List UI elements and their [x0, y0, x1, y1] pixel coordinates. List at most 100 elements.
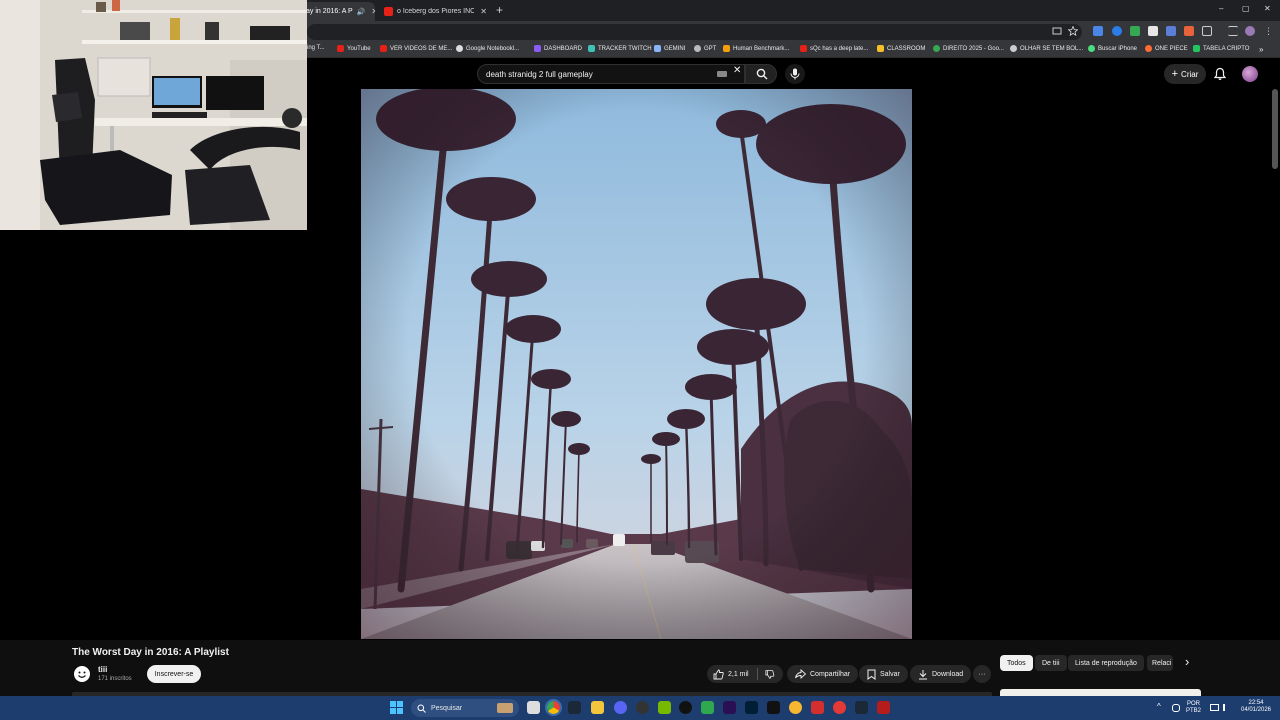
share-button[interactable]: Compartilhar — [787, 665, 859, 683]
close-tab-icon[interactable]: ✕ — [371, 7, 375, 16]
find-iphone-icon — [1088, 45, 1095, 52]
acrobat-icon[interactable] — [811, 701, 824, 714]
microphone-tray-icon[interactable] — [1172, 704, 1180, 712]
search-icon — [417, 704, 426, 713]
close-window-button[interactable]: ✕ — [1264, 4, 1271, 13]
save-button[interactable]: Salvar — [859, 665, 908, 683]
like-count: 2,1 mil — [728, 670, 749, 678]
recommended-thumbnail[interactable] — [1000, 689, 1201, 696]
tab-search-icon[interactable] — [1228, 26, 1238, 36]
steam-icon[interactable] — [568, 701, 581, 714]
download-label: Download — [932, 670, 964, 678]
keyboard-icon[interactable] — [717, 71, 727, 77]
plus-icon: + — [1171, 68, 1179, 80]
speaker-icon[interactable]: 🔊 — [357, 8, 366, 16]
subscribe-button[interactable]: Inscrever-se — [147, 665, 201, 683]
task-view-icon[interactable] — [527, 701, 540, 714]
discord-icon[interactable] — [614, 701, 627, 714]
notifications-bell-icon[interactable] — [1213, 67, 1227, 81]
more-actions-button[interactable]: ··· — [973, 665, 991, 683]
premiere-icon[interactable] — [723, 701, 736, 714]
extension-translate-icon[interactable] — [1093, 26, 1103, 36]
bookmark-item[interactable]: TABELA CRIPTO — [1193, 45, 1249, 52]
voice-search-button[interactable] — [785, 64, 805, 84]
network-icon[interactable] — [1210, 704, 1219, 711]
extension-white-icon[interactable] — [1148, 26, 1158, 36]
search-input[interactable]: death stranidg 2 full gameplay — [477, 64, 745, 84]
tab-iceberg[interactable]: o Iceberg dos Piores INCIDENT ✕ — [378, 2, 493, 21]
video-title: The Worst Day in 2016: A Playlist — [72, 647, 229, 658]
bookmark-item[interactable]: GPT — [694, 45, 716, 52]
bookmark-item[interactable]: Human Benchmark... — [723, 45, 789, 52]
video-info-section: The Worst Day in 2016: A Playlist tiii 1… — [0, 640, 1280, 696]
volume-icon[interactable] — [1223, 704, 1231, 711]
cast-icon[interactable] — [1052, 26, 1062, 36]
bookmark-item[interactable]: GEMINI — [654, 45, 685, 52]
bookmark-item[interactable]: DASHBOARD — [534, 45, 582, 52]
bookmark-item[interactable]: DIREITO 2025 - Goo... — [933, 45, 1004, 52]
chip-related[interactable]: Relaci — [1147, 655, 1173, 671]
url-omnibox[interactable] — [307, 24, 1082, 40]
app-yellow-icon[interactable] — [789, 701, 802, 714]
extension-shield-icon[interactable] — [1166, 26, 1176, 36]
download-button[interactable]: Download — [910, 665, 972, 683]
windows-start-icon[interactable] — [390, 701, 403, 714]
channel-avatar[interactable] — [74, 666, 90, 682]
chip-playlist[interactable]: Lista de reprodução — [1068, 655, 1144, 671]
notebooklm-icon — [456, 45, 463, 52]
chip-from-channel[interactable]: De tiii — [1035, 655, 1067, 671]
close-tab-icon[interactable]: ✕ — [480, 7, 487, 16]
bookmark-item[interactable]: ONE PIECE — [1145, 45, 1188, 52]
app-icon[interactable] — [877, 701, 890, 714]
bookmark-item[interactable]: ing T... — [307, 45, 325, 51]
obs-icon[interactable] — [636, 701, 649, 714]
language-indicator[interactable]: POR PTB2 — [1186, 701, 1201, 715]
chips-next-icon[interactable]: › — [1185, 654, 1189, 669]
tray-overflow-icon[interactable]: ^ — [1157, 703, 1161, 711]
file-explorer-icon[interactable] — [591, 701, 604, 714]
youtube-icon — [380, 45, 387, 52]
channel-name[interactable]: tiii — [98, 665, 107, 674]
like-button[interactable]: 2,1 mil — [713, 669, 749, 680]
bookmark-item[interactable]: CLASSROOM — [877, 45, 925, 52]
chip-all[interactable]: Todos — [1000, 655, 1033, 671]
bookmark-star-icon[interactable] — [1068, 26, 1078, 36]
video-player[interactable] — [361, 89, 912, 639]
minimize-button[interactable]: – — [1219, 4, 1223, 13]
photoshop-icon[interactable] — [745, 701, 758, 714]
app-icon[interactable] — [679, 701, 692, 714]
app-red-icon[interactable] — [833, 701, 846, 714]
taskbar-search-box[interactable]: Pesquisar — [411, 699, 519, 717]
bookmark-item[interactable]: OLHAR SE TEM BOL... — [1010, 45, 1083, 52]
bookmark-item[interactable]: Buscar iPhone — [1088, 45, 1137, 52]
steam-icon[interactable] — [855, 701, 868, 714]
browser-menu-icon[interactable]: ⋮ — [1264, 26, 1274, 36]
bookmark-youtube[interactable]: YouTube — [337, 45, 371, 52]
tab-current[interactable]: ay in 2016: A P 🔊 ✕ — [300, 2, 375, 21]
create-button[interactable]: + Criar — [1164, 64, 1206, 84]
maximize-button[interactable]: ▢ — [1242, 4, 1250, 13]
chrome-icon[interactable] — [545, 699, 562, 716]
bookmark-item[interactable]: Google Notebookl... — [456, 45, 519, 52]
capcut-icon[interactable] — [767, 701, 780, 714]
bookmark-item[interactable]: TRACKER TWITCH — [588, 45, 652, 52]
thumbs-down-icon[interactable] — [765, 669, 775, 680]
extension-green-icon[interactable] — [1130, 26, 1140, 36]
bookmark-item[interactable]: VER VIDEOS DE ME... — [380, 45, 452, 52]
clock[interactable]: 22:54 04/01/2026 — [1239, 700, 1273, 714]
profile-avatar-icon[interactable] — [1245, 26, 1255, 36]
account-avatar[interactable] — [1242, 66, 1258, 82]
page-scrollbar[interactable] — [1272, 89, 1278, 169]
extension-fox-icon[interactable] — [1184, 26, 1194, 36]
app-green-icon[interactable] — [701, 701, 714, 714]
extensions-puzzle-icon[interactable] — [1202, 26, 1212, 36]
nvidia-icon[interactable] — [658, 701, 671, 714]
more-bookmarks-icon[interactable]: » — [1259, 45, 1263, 54]
language-code: POR — [1187, 701, 1201, 707]
bookmark-item[interactable]: sQc has a deep late... — [800, 45, 868, 52]
extension-blue-icon[interactable] — [1112, 26, 1122, 36]
search-button[interactable] — [745, 64, 777, 84]
clear-search-icon[interactable]: ✕ — [733, 65, 741, 76]
new-tab-button[interactable]: + — [496, 3, 503, 17]
windows-taskbar: Pesquisar ^ POR PTB2 22:54 04/01/2026 — [0, 696, 1280, 720]
